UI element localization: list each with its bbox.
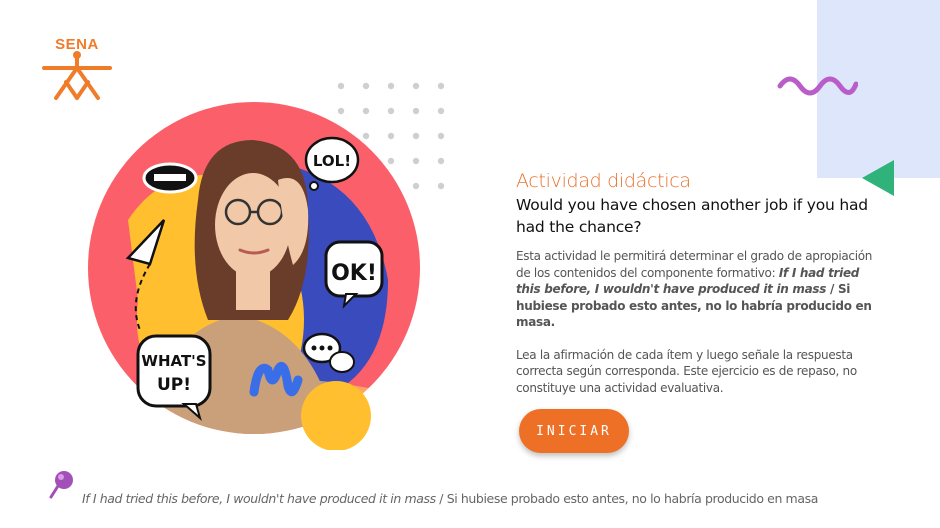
footer-phrase: If I had tried this before, I wouldn't h… bbox=[82, 491, 818, 506]
decoration-dot bbox=[387, 82, 395, 90]
svg-text:WHAT'S: WHAT'S bbox=[141, 352, 206, 370]
footer-phrase-english: If I had tried this before, I wouldn't h… bbox=[82, 491, 436, 506]
decoration-dot bbox=[337, 82, 345, 90]
svg-text:LOL!: LOL! bbox=[313, 152, 351, 170]
svg-text:OK!: OK! bbox=[331, 261, 377, 286]
sena-logo-icon bbox=[42, 51, 112, 100]
decoration-dot bbox=[412, 82, 420, 90]
activity-question: Would you have chosen another job if you… bbox=[516, 196, 868, 236]
decoration-dot bbox=[437, 107, 445, 115]
decoration-dot bbox=[437, 182, 445, 190]
lips-sticker-icon bbox=[142, 162, 198, 194]
whats-up-bubble: WHAT'S UP! bbox=[136, 334, 212, 421]
decoration-dot bbox=[437, 82, 445, 90]
svg-text:UP!: UP! bbox=[157, 375, 191, 395]
start-button[interactable]: INICIAR bbox=[519, 409, 629, 453]
wave-decoration-icon bbox=[777, 76, 858, 96]
decoration-dot bbox=[437, 157, 445, 165]
decoration-dot bbox=[437, 132, 445, 140]
hero-illustration: LOL! OK! WHAT'S UP! bbox=[88, 102, 420, 450]
yellow-ball bbox=[301, 381, 371, 450]
decoration-dot bbox=[362, 82, 370, 90]
activity-instructions: Lea la afirmación de cada ítem y luego s… bbox=[516, 347, 857, 395]
ok-bubble: OK! bbox=[324, 240, 384, 309]
footer-phrase-spanish: Si hubiese probado esto antes, no lo hab… bbox=[446, 491, 819, 506]
activity-description: Esta actividad le permitirá determinar e… bbox=[516, 249, 873, 329]
activity-content: Actividad didáctica Would you have chose… bbox=[516, 170, 876, 396]
activity-title: Actividad didáctica bbox=[516, 170, 691, 192]
pushpin-icon bbox=[49, 471, 73, 499]
